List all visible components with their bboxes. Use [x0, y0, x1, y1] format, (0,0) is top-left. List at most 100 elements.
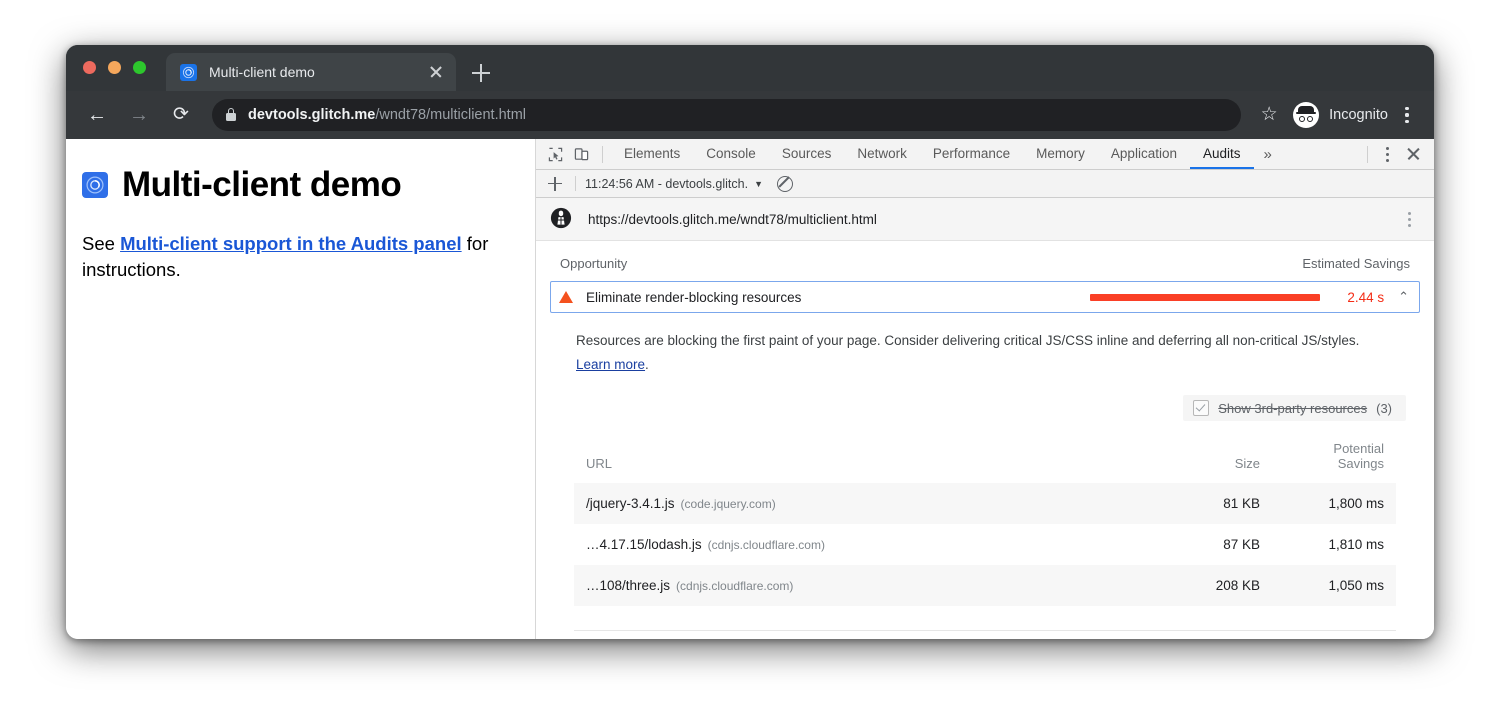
row-url-cell: …108/three.js(cdnjs.cloudflare.com) — [574, 565, 1128, 606]
opportunity-description: Resources are blocking the first paint o… — [550, 313, 1406, 377]
page-title: Multi-client demo — [122, 165, 401, 205]
page-paragraph: See Multi-client support in the Audits p… — [82, 231, 505, 284]
inspect-element-icon[interactable] — [542, 141, 568, 167]
row-host: (code.jquery.com) — [681, 497, 776, 511]
estimated-savings-column-label: Estimated Savings — [1302, 256, 1410, 271]
third-party-toggle-wrap: Show 3rd-party resources (3) — [550, 377, 1420, 421]
third-party-toggle[interactable]: Show 3rd-party resources (3) — [1183, 395, 1406, 421]
url-path: /wndt78/multiclient.html — [375, 107, 526, 123]
more-tabs-icon[interactable]: » — [1254, 146, 1282, 163]
url-host: devtools.glitch.me — [248, 107, 375, 123]
table-row[interactable]: /jquery-3.4.1.js(code.jquery.com) 81 KB … — [574, 483, 1396, 524]
devtools-tab-bar: Elements Console Sources Network Perform… — [536, 139, 1434, 170]
audits-panel-link[interactable]: Multi-client support in the Audits panel — [120, 233, 462, 254]
row-savings: 1,050 ms — [1272, 565, 1396, 606]
tab-title: Multi-client demo — [209, 64, 424, 80]
chevron-down-icon: ▼ — [754, 179, 763, 189]
address-bar-url: devtools.glitch.me/wndt78/multiclient.ht… — [248, 107, 526, 123]
lock-icon — [226, 113, 236, 121]
opportunity-column-label: Opportunity — [560, 256, 627, 271]
resources-table: URL Size Potential Savings — [574, 439, 1396, 606]
tab-console[interactable]: Console — [693, 139, 769, 169]
plus-icon[interactable] — [544, 173, 566, 195]
third-party-checkbox[interactable] — [1193, 400, 1209, 416]
row-size: 81 KB — [1128, 483, 1272, 524]
row-url: /jquery-3.4.1.js — [586, 496, 675, 511]
tab-sources[interactable]: Sources — [769, 139, 845, 169]
tab-strip: Multi-client demo — [66, 45, 1434, 91]
report-menu-icon[interactable] — [1400, 207, 1418, 231]
incognito-indicator[interactable]: Incognito — [1293, 102, 1388, 128]
lighthouse-icon — [550, 207, 574, 231]
incognito-avatar-icon — [1293, 102, 1319, 128]
window-minimize-button[interactable] — [108, 61, 121, 74]
row-url-cell: …4.17.15/lodash.js (cdnjs.cloudflare.com) — [574, 524, 1128, 565]
tab-memory[interactable]: Memory — [1023, 139, 1098, 169]
address-bar[interactable]: devtools.glitch.me/wndt78/multiclient.ht… — [212, 99, 1241, 131]
tab-network[interactable]: Network — [844, 139, 920, 169]
window-close-button[interactable] — [83, 61, 96, 74]
row-url-cell: /jquery-3.4.1.js (code.jquery.com) — [574, 483, 1128, 524]
window-maximize-button[interactable] — [133, 61, 146, 74]
browser-toolbar: ← → ⟳ devtools.glitch.me/wndt78/multicli… — [66, 91, 1434, 139]
new-tab-button[interactable] — [468, 60, 494, 86]
opportunity-value: 2.44 s — [1334, 290, 1384, 305]
close-icon[interactable] — [424, 60, 448, 84]
table-row[interactable]: …108/three.js(cdnjs.cloudflare.com) 208 … — [574, 565, 1396, 606]
opportunities-section: Opportunity Estimated Savings Eliminate … — [536, 241, 1434, 631]
header-size: Size — [1128, 439, 1272, 483]
learn-more-link[interactable]: Learn more — [576, 357, 645, 372]
row-url: …4.17.15/lodash.js — [586, 537, 702, 552]
paragraph-prefix: See — [82, 233, 120, 254]
row-savings: 1,810 ms — [1272, 524, 1396, 565]
section-divider — [574, 630, 1396, 631]
toolbar-divider-right — [1367, 146, 1368, 163]
opportunity-row[interactable]: Eliminate render-blocking resources 2.44… — [550, 281, 1420, 313]
tab-audits[interactable]: Audits — [1190, 139, 1254, 169]
devtools-settings-icon[interactable] — [1376, 141, 1398, 167]
screenshot-root: Multi-client demo ← → ⟳ devtools.glitch.… — [0, 0, 1500, 728]
tab-elements[interactable]: Elements — [611, 139, 693, 169]
back-arrow-icon: ← — [82, 100, 112, 130]
opportunity-column-headers: Opportunity Estimated Savings — [550, 241, 1420, 281]
devtools-close-icon[interactable] — [1398, 141, 1428, 167]
web-page-content: Multi-client demo See Multi-client suppo… — [66, 139, 536, 639]
third-party-label: Show 3rd-party resources — [1218, 401, 1367, 416]
row-url: …108/three.js — [586, 578, 670, 593]
report-select-label: 11:24:56 AM - devtools.glitch. — [585, 177, 748, 191]
row-size: 208 KB — [1128, 565, 1272, 606]
bookmark-star-icon[interactable]: ☆ — [1255, 101, 1283, 129]
header-potential-savings: Potential Savings — [1272, 439, 1396, 483]
incognito-label: Incognito — [1329, 107, 1388, 123]
device-toolbar-icon[interactable] — [568, 141, 594, 167]
tab-performance[interactable]: Performance — [920, 139, 1023, 169]
opportunity-bar-fill — [1090, 294, 1320, 301]
chrome-devtools-icon — [82, 172, 108, 198]
header-url: URL — [574, 439, 1128, 483]
report-select[interactable]: 11:24:56 AM - devtools.glitch. ▼ — [585, 177, 763, 191]
chevron-up-icon[interactable]: ⌃ — [1398, 289, 1409, 305]
row-size: 87 KB — [1128, 524, 1272, 565]
report-header: https://devtools.glitch.me/wndt78/multic… — [536, 198, 1434, 241]
report-url: https://devtools.glitch.me/wndt78/multic… — [588, 212, 1400, 227]
tab-application[interactable]: Application — [1098, 139, 1190, 169]
warning-triangle-icon — [559, 291, 573, 303]
opportunity-title: Eliminate render-blocking resources — [586, 290, 1090, 305]
clear-icon[interactable] — [777, 176, 793, 192]
reload-button[interactable]: ⟳ — [166, 100, 196, 130]
audit-report: https://devtools.glitch.me/wndt78/multic… — [536, 198, 1434, 639]
reload-icon: ⟳ — [166, 100, 196, 130]
audits-toolbar-divider — [575, 176, 576, 191]
forward-button[interactable]: → — [124, 100, 154, 130]
browser-menu-icon[interactable] — [1394, 101, 1420, 129]
back-button[interactable]: ← — [82, 100, 112, 130]
row-host: (cdnjs.cloudflare.com) — [708, 538, 825, 552]
browser-tab[interactable]: Multi-client demo — [166, 53, 456, 91]
header-savings-line2: Savings — [1284, 456, 1384, 471]
description-text: Resources are blocking the first paint o… — [576, 333, 1359, 348]
forward-arrow-icon: → — [124, 100, 154, 130]
table-row[interactable]: …4.17.15/lodash.js (cdnjs.cloudflare.com)… — [574, 524, 1396, 565]
page-heading: Multi-client demo — [82, 165, 505, 205]
third-party-count: (3) — [1376, 401, 1392, 416]
description-period: . — [645, 357, 649, 372]
